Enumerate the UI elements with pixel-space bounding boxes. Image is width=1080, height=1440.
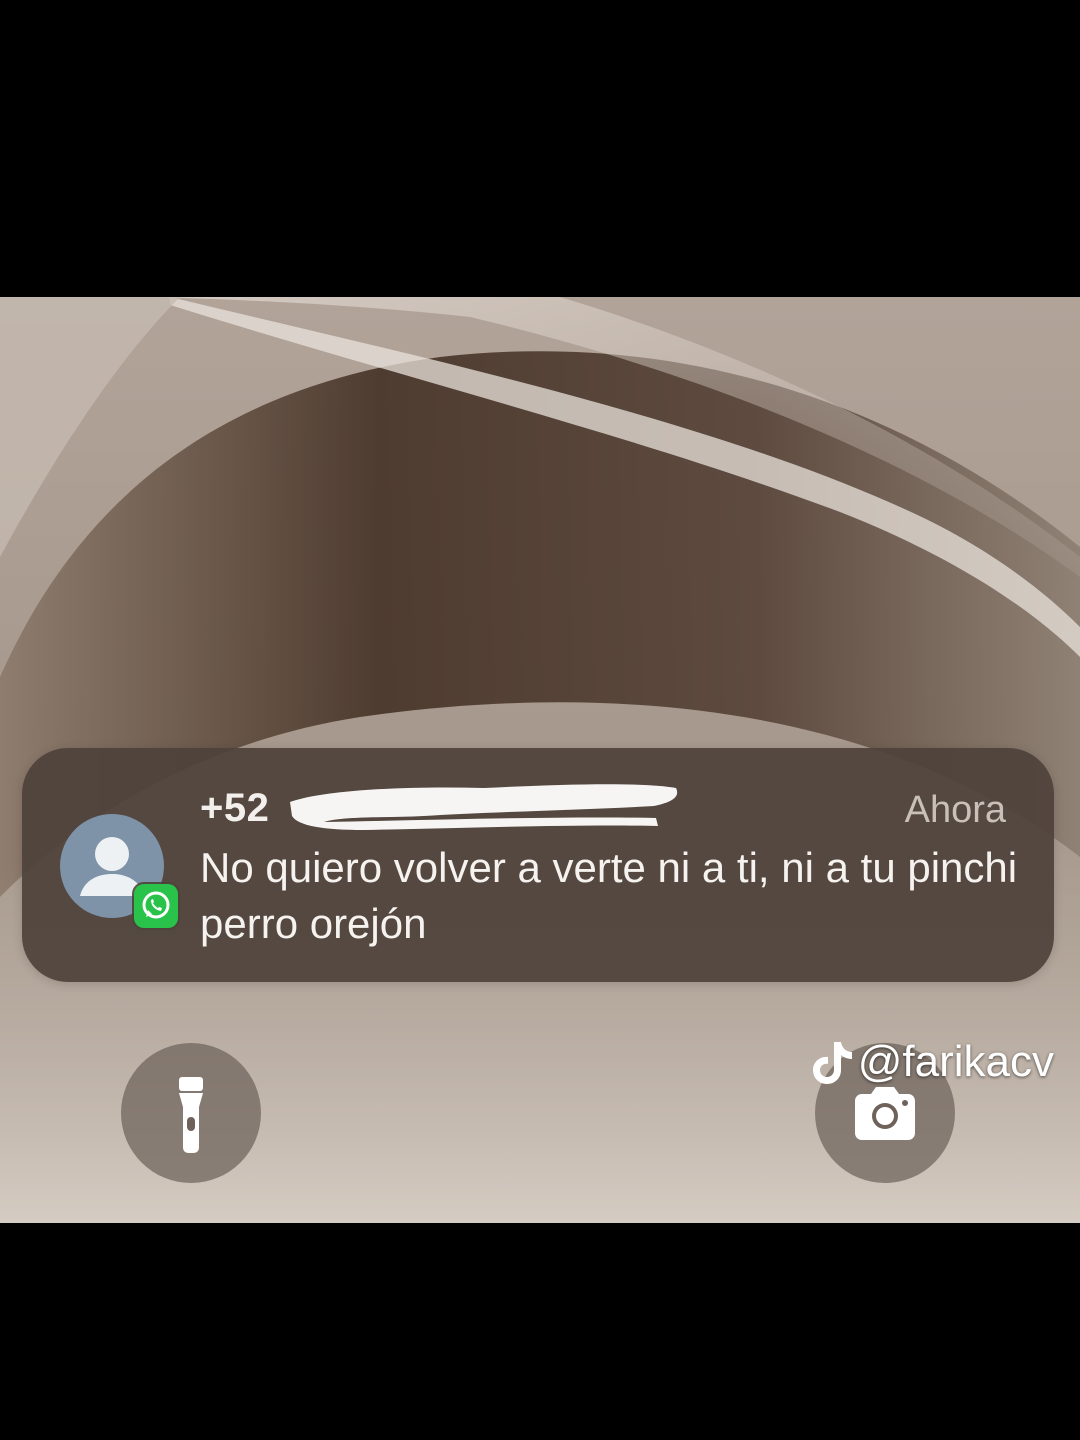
letterbox-bottom bbox=[0, 1223, 1080, 1440]
tiktok-icon bbox=[810, 1038, 854, 1086]
flashlight-icon bbox=[179, 1077, 203, 1153]
flashlight-button[interactable] bbox=[121, 1043, 261, 1183]
whatsapp-notification[interactable]: +52 Ahora No quiero volver a verte ni a … bbox=[22, 748, 1054, 982]
whatsapp-icon bbox=[134, 884, 178, 928]
watermark-handle: @farikacv bbox=[857, 1037, 1054, 1086]
redaction-scribble bbox=[290, 784, 678, 830]
notification-sender: +52 bbox=[200, 786, 270, 830]
notification-time: Ahora bbox=[904, 789, 1006, 831]
notification-message: No quiero volver a verte ni a ti, ni a t… bbox=[200, 844, 1018, 947]
video-frame: +52 Ahora No quiero volver a verte ni a … bbox=[0, 0, 1080, 1440]
letterbox-top bbox=[0, 0, 1080, 297]
tiktok-watermark: @farikacv bbox=[810, 1032, 1054, 1092]
lock-screen: +52 Ahora No quiero volver a verte ni a … bbox=[0, 297, 1080, 1223]
